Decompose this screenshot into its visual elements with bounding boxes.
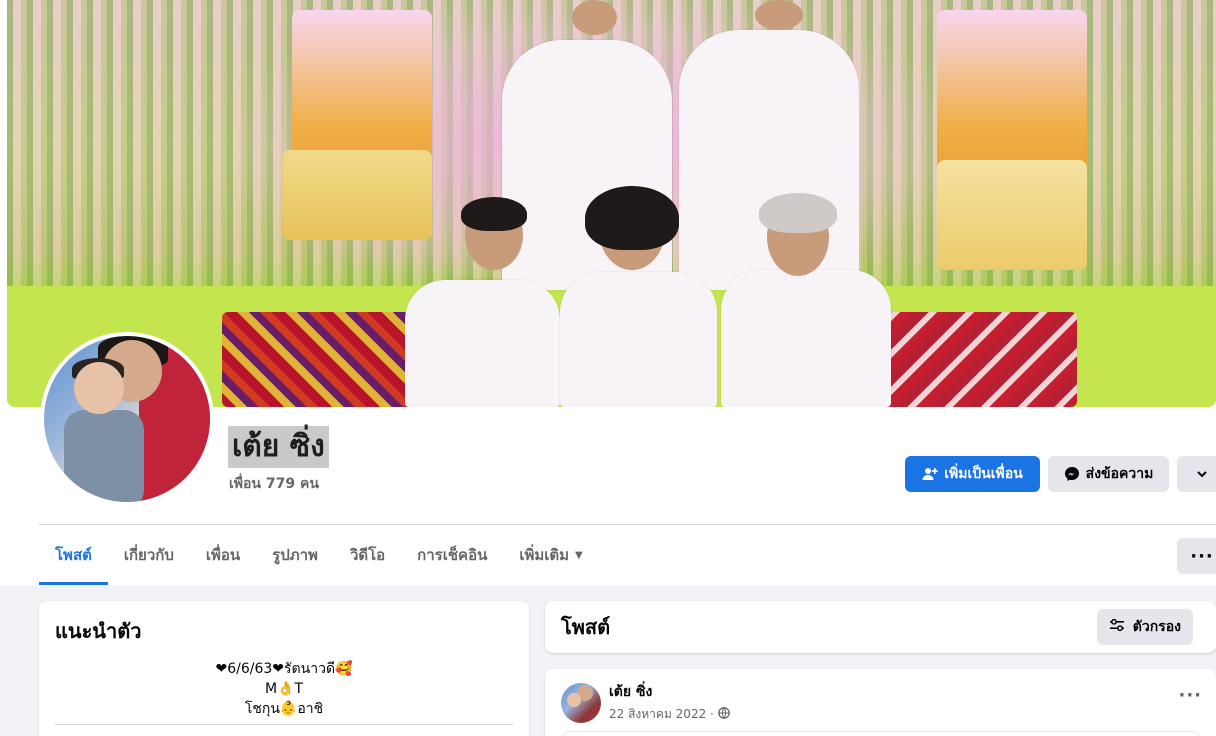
person-plus-icon [922, 466, 939, 482]
profile-header: เต้ย ซิ่ง เพื่อน 779 คน เพิ่มเป็นเพื่อน … [0, 0, 1216, 585]
add-friend-label: เพิ่มเป็นเพื่อน [944, 466, 1023, 482]
chevron-down-icon [1196, 468, 1208, 480]
more-dots-icon: ··· [1178, 685, 1202, 706]
caret-down-icon: ▼ [575, 549, 583, 561]
profile-name: เต้ย ซิ่ง [228, 426, 329, 468]
sliders-icon [1109, 617, 1125, 637]
posts-header-card: โพสต์ ตัวกรอง [545, 601, 1216, 653]
message-label: ส่งข้อความ [1085, 466, 1154, 482]
tab-friends[interactable]: เพื่อน [190, 525, 256, 585]
profile-more-button[interactable] [1177, 456, 1216, 492]
profile-avatar[interactable] [40, 332, 214, 506]
bio-line: โชกุน👶อาชิ [244, 701, 324, 717]
tab-videos[interactable]: วิดีโอ [334, 525, 401, 585]
tab-posts[interactable]: โพสต์ [39, 525, 108, 585]
more-dots-icon: ··· [1190, 545, 1214, 567]
post-author[interactable]: เต้ย ซิ่ง [609, 681, 730, 703]
post-author-avatar[interactable] [561, 682, 601, 723]
bio-line: ❤6/6/63❤รัตนาวดี🥰 [215, 661, 353, 677]
posts-title: โพสต์ [561, 615, 611, 639]
message-button[interactable]: ส่งข้อความ [1048, 456, 1169, 492]
post-date[interactable]: 22 สิงหาคม 2022 · [609, 705, 714, 724]
tab-more[interactable]: เพิ่มเติม ▼ [503, 525, 598, 585]
add-friend-button[interactable]: เพิ่มเป็นเพื่อน [905, 456, 1040, 492]
post-card: เต้ย ซิ่ง 22 สิงหาคม 2022 · ··· [545, 669, 1216, 736]
intro-divider [55, 724, 513, 725]
friends-count-link[interactable]: เพื่อน 779 คน [229, 473, 319, 495]
bio-line: M👌T [264, 681, 304, 697]
post-content [561, 731, 1200, 736]
tabs-options-button[interactable]: ··· [1177, 538, 1216, 574]
post-options-button[interactable]: ··· [1178, 685, 1202, 706]
messenger-icon [1064, 466, 1080, 482]
profile-tabs: โพสต์ เกี่ยวกับ เพื่อน รูปภาพ วิดีโอ การ… [39, 525, 599, 585]
tab-checkins[interactable]: การเช็คอิน [401, 525, 503, 585]
globe-icon [717, 707, 730, 722]
tab-about[interactable]: เกี่ยวกับ [108, 525, 190, 585]
bio: ❤6/6/63❤รัตนาวดี🥰 M👌T โชกุน👶อาชิ [55, 659, 513, 719]
filter-button[interactable]: ตัวกรอง [1096, 609, 1193, 645]
intro-title: แนะนำตัว [55, 619, 142, 643]
filter-label: ตัวกรอง [1132, 619, 1181, 635]
tab-photos[interactable]: รูปภาพ [256, 525, 334, 585]
intro-card: แนะนำตัว ❤6/6/63❤รัตนาวดี🥰 M👌T โชกุน👶อาช… [39, 601, 529, 736]
